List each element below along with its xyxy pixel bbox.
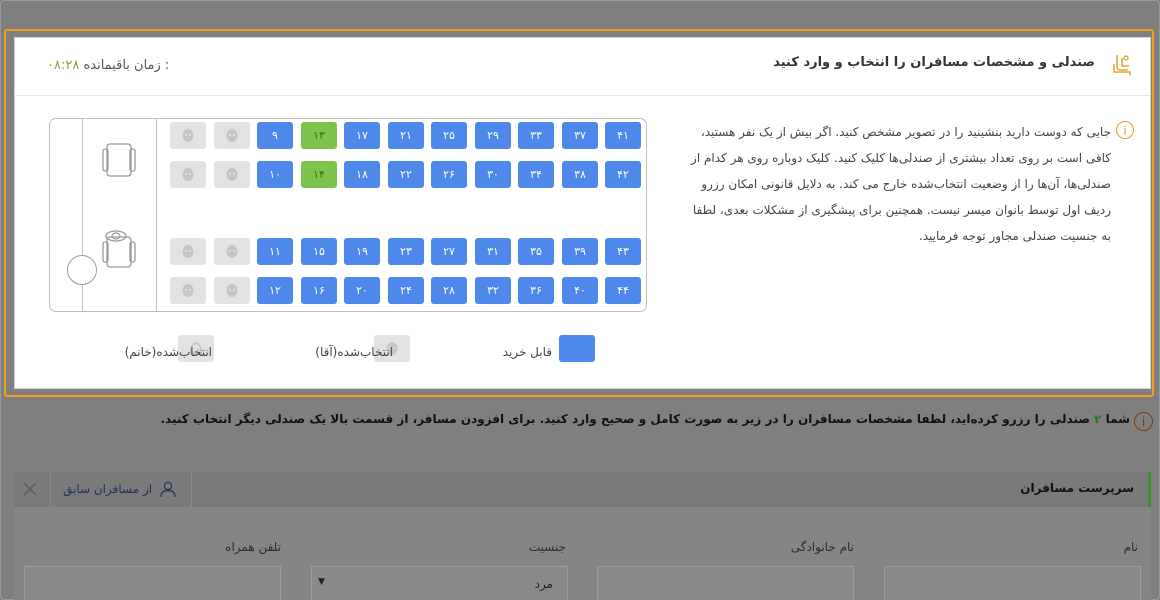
bus-layout: ۴۱ ۳۷ ۳۳ ۲۹ ۲۵ ۲۱ ۱۷ ۱۳ ۹ ۴۲ ۳۸ ۳۴ ۳۰ ۲۶ ۲۲ ۱۸ ۱۴ ۱۰ ۴۳ ۳۹ ۳… xyxy=(49,118,647,312)
seat-icon xyxy=(1113,55,1131,75)
seat-available[interactable]: ۱۷ xyxy=(344,122,380,149)
seat-occupied xyxy=(170,238,206,265)
seat-available[interactable]: ۴۴ xyxy=(605,277,641,304)
seat-available[interactable]: ۳۸ xyxy=(562,161,598,188)
seat-available[interactable]: ۴۳ xyxy=(605,238,641,265)
seat-available[interactable]: ۳۷ xyxy=(562,122,598,149)
first-name-label: نام xyxy=(1123,540,1138,554)
seat-available[interactable]: ۳۲ xyxy=(475,277,511,304)
seat-available[interactable]: ۱۵ xyxy=(301,238,337,265)
user-icon xyxy=(160,481,176,498)
seat-occupied xyxy=(214,161,250,188)
close-icon[interactable] xyxy=(20,479,40,499)
legend-available-label: قابل خرید xyxy=(502,345,552,359)
seat-available[interactable]: ۳۹ xyxy=(562,238,598,265)
timer-label: زمان باقیمانده : xyxy=(83,58,170,73)
seat-available[interactable]: ۴۱ xyxy=(605,122,641,149)
seat-occupied xyxy=(214,122,250,149)
seat-available[interactable]: ۲۵ xyxy=(431,122,467,149)
legend-female-label: انتخاب‌شده(خانم) xyxy=(124,345,212,359)
seat-available[interactable]: ۹ xyxy=(257,122,293,149)
seat-available[interactable]: ۲۲ xyxy=(388,161,424,188)
occupied-passenger-icon xyxy=(226,284,238,297)
last-name-input[interactable] xyxy=(597,566,854,600)
passenger-form-header: سرپرست مسافران از مسافران سابق xyxy=(14,472,1151,507)
steering-wheel-icon xyxy=(67,255,97,285)
notice-info-icon: i xyxy=(1134,412,1153,431)
seat-available[interactable]: ۳۰ xyxy=(475,161,511,188)
seat-available[interactable]: ۲۶ xyxy=(431,161,467,188)
seat-occupied xyxy=(214,238,250,265)
seat-available[interactable]: ۲۳ xyxy=(388,238,424,265)
seat-available[interactable]: ۳۱ xyxy=(475,238,511,265)
seat-available[interactable]: ۲۸ xyxy=(431,277,467,304)
notice-text: صندلی را رزرو کرده‌اید، لطفا مشخصات مساف… xyxy=(160,412,1090,426)
seat-occupied xyxy=(214,277,250,304)
seat-occupied xyxy=(170,161,206,188)
first-name-input[interactable] xyxy=(884,566,1141,600)
seat-selected[interactable]: ۱۴ xyxy=(301,161,337,188)
dialog-title: صندلی و مشخصات مسافران را انتخاب و وارد … xyxy=(773,55,1095,70)
seat-available[interactable]: ۳۳ xyxy=(518,122,554,149)
timer-value: ۰۸:۲۸ xyxy=(47,58,80,73)
occupied-passenger-icon xyxy=(182,284,194,297)
seat-available[interactable]: ۱۰ xyxy=(257,161,293,188)
occupied-passenger-icon xyxy=(182,245,194,258)
gender-select[interactable]: مرد ▼ xyxy=(311,566,568,600)
seat-selected[interactable]: ۱۳ xyxy=(301,122,337,149)
seat-available[interactable]: ۱۹ xyxy=(344,238,380,265)
seat-available[interactable]: ۱۸ xyxy=(344,161,380,188)
seat-instructions: جایی که دوست دارید بنشینید را در تصویر م… xyxy=(691,125,1111,243)
front-seat-icon xyxy=(102,143,136,177)
driver-wheel-icon xyxy=(105,230,127,242)
occupied-passenger-icon xyxy=(226,129,238,142)
seat-available[interactable]: ۱۲ xyxy=(257,277,293,304)
seat-selection-card: صندلی و مشخصات مسافران را انتخاب و وارد … xyxy=(14,37,1151,389)
occupied-passenger-icon xyxy=(226,245,238,258)
seat-available[interactable]: ۳۵ xyxy=(518,238,554,265)
seat-available[interactable]: ۳۶ xyxy=(518,277,554,304)
legend-available-swatch xyxy=(559,335,595,362)
info-icon: i xyxy=(1116,121,1134,139)
previous-passengers-label: از مسافران سابق xyxy=(63,482,153,496)
seat-occupied xyxy=(170,122,206,149)
gender-value: مرد xyxy=(534,577,553,591)
reserved-count: ۲ xyxy=(1094,412,1102,426)
seat-available[interactable]: ۴۲ xyxy=(605,161,641,188)
seat-available[interactable]: ۲۷ xyxy=(431,238,467,265)
occupied-passenger-icon xyxy=(226,168,238,181)
dropdown-arrow-icon: ▼ xyxy=(318,577,325,587)
seat-available[interactable]: ۲۰ xyxy=(344,277,380,304)
seat-available[interactable]: ۱۶ xyxy=(301,277,337,304)
seat-available[interactable]: ۲۱ xyxy=(388,122,424,149)
phone-label: تلفن همراه xyxy=(225,540,281,554)
occupied-passenger-icon xyxy=(182,168,194,181)
reservation-notice: شما ۲ صندلی را رزرو کرده‌اید، لطفا مشخصا… xyxy=(160,412,1130,426)
legend-male-label: انتخاب‌شده(آقا) xyxy=(315,345,393,359)
seat-available[interactable]: ۳۴ xyxy=(518,161,554,188)
phone-input[interactable] xyxy=(24,566,281,600)
seat-available[interactable]: ۲۴ xyxy=(388,277,424,304)
notice-prefix: شما xyxy=(1105,412,1130,426)
seat-available[interactable]: ۲۹ xyxy=(475,122,511,149)
last-name-label: نام خانوادگی xyxy=(790,540,854,554)
card-header: صندلی و مشخصات مسافران را انتخاب و وارد … xyxy=(15,38,1150,96)
gender-label: جنسیت xyxy=(528,540,566,554)
section-title: سرپرست مسافران xyxy=(1020,481,1134,495)
seat-available[interactable]: ۴۰ xyxy=(562,277,598,304)
seat-occupied xyxy=(170,277,206,304)
occupied-passenger-icon xyxy=(182,129,194,142)
countdown-timer: ۰۸:۲۸ زمان باقیمانده : xyxy=(47,58,169,73)
seat-available[interactable]: ۱۱ xyxy=(257,238,293,265)
previous-passengers-button[interactable]: از مسافران سابق xyxy=(50,472,192,507)
